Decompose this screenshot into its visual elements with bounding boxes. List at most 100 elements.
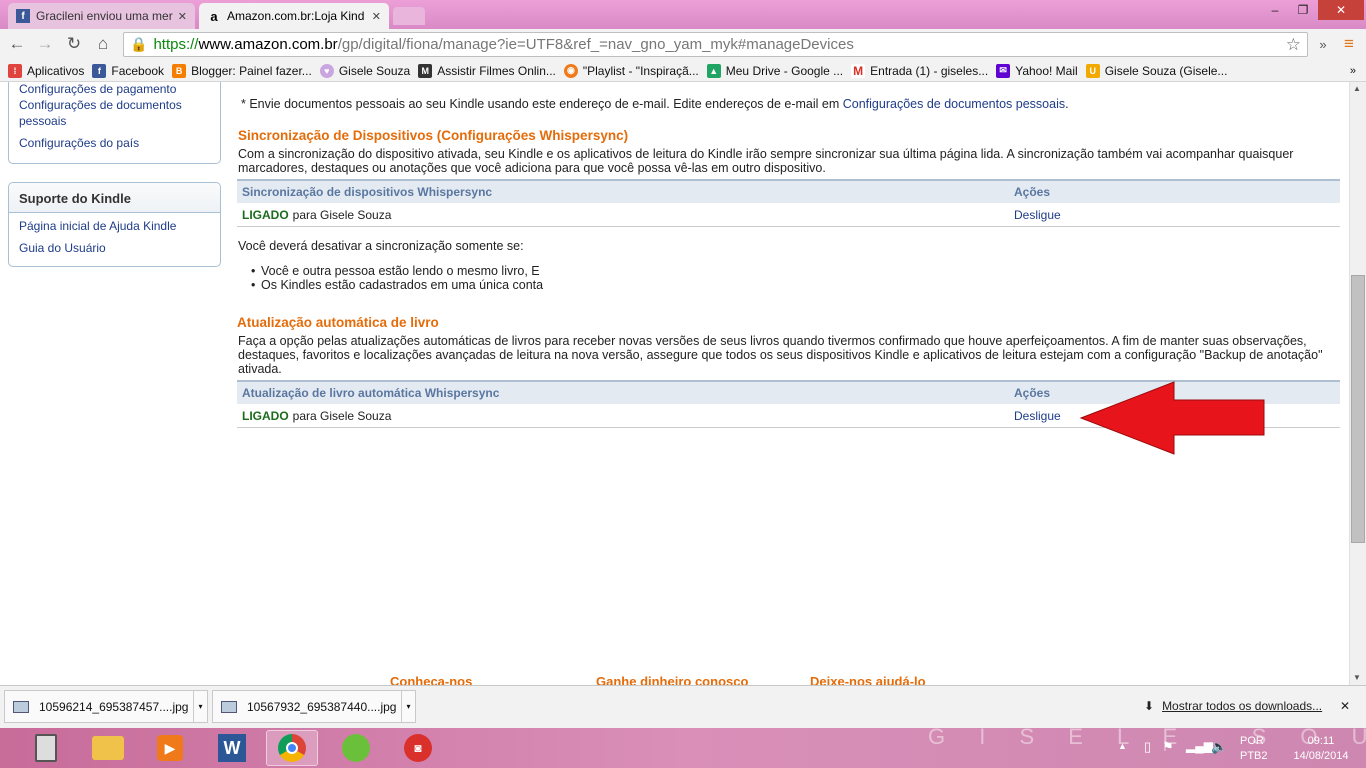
download-item[interactable]: 10567932_695387440....jpg ▾ <box>212 690 416 723</box>
clock[interactable]: 09:11 14/08/2014 <box>1280 734 1362 764</box>
scroll-down-icon[interactable]: ▼ <box>1353 673 1361 682</box>
download-item[interactable]: 10596214_695387457....jpg ▾ <box>4 690 208 723</box>
close-downloads-button[interactable]: ✕ <box>1340 699 1350 713</box>
yahoo-mail-icon: ✉ <box>996 63 1011 78</box>
bookmarks-bar: ⁞ Aplicativos f Facebook B Blogger: Painel … <box>0 60 1366 82</box>
reload-icon[interactable]: ↻ <box>63 33 85 55</box>
tray-expand-icon[interactable]: ▲ <box>1118 741 1127 751</box>
footer-link[interactable]: Conheça-nos <box>390 674 472 685</box>
scroll-up-icon[interactable]: ▲ <box>1353 84 1361 93</box>
bookmark-item[interactable]: M Assistir Filmes Onlin... <box>418 63 556 78</box>
auto-update-disable-link[interactable]: Desligue <box>1014 409 1061 423</box>
tab-close-icon[interactable]: ✕ <box>372 10 381 23</box>
chevron-down-icon[interactable]: ▾ <box>401 691 415 722</box>
extensions-overflow-icon[interactable]: » <box>1312 33 1334 55</box>
url-path: /gp/digital/fiona/manage?ie=UTF8&ref_=na… <box>337 36 854 53</box>
kindle-help-link[interactable]: Página inicial de Ajuda Kindle <box>9 218 220 234</box>
auto-update-description: Faça a opção pelas atualizações automáti… <box>238 334 1323 376</box>
close-window-button[interactable]: ✕ <box>1318 0 1364 20</box>
bookmark-item[interactable]: B Blogger: Painel fazer... <box>172 63 312 78</box>
sync-disable-hint: Você deverá desativar a sincronização so… <box>238 239 524 253</box>
pen-tool-icon[interactable] <box>330 730 382 766</box>
bookmark-item[interactable]: ◉ "Playlist - "Inspiraçã... <box>563 63 699 78</box>
bookmark-item[interactable]: U Gisele Souza (Gisele... <box>1085 63 1227 78</box>
owner-label: para Gisele Souza <box>292 408 392 423</box>
url-host: www.amazon.com.br <box>198 36 338 53</box>
footer-link[interactable]: Ganhe dinheiro conosco <box>596 674 748 685</box>
word-icon[interactable]: W <box>206 730 258 766</box>
country-settings-link[interactable]: Configurações do país <box>9 135 220 151</box>
personal-docs-link[interactable]: Configurações de documentos pessoais <box>843 97 1065 111</box>
lock-icon: 🔒 <box>130 36 148 52</box>
signal-icon[interactable]: ▂▄▆ <box>1186 739 1213 753</box>
chrome-icon[interactable] <box>266 730 318 766</box>
download-filename: 10596214_695387457....jpg <box>39 699 189 714</box>
facebook-icon: f <box>92 63 107 78</box>
sync-description: Com a sincronização do dispositivo ativa… <box>238 147 1294 175</box>
blogger-icon: B <box>172 63 187 78</box>
bookmark-item[interactable]: f Facebook <box>92 63 164 78</box>
language-indicator[interactable]: POR PTB2 <box>1240 734 1268 764</box>
amazon-icon: a <box>210 8 218 24</box>
back-arrow-icon[interactable]: ← <box>6 33 28 55</box>
title-bar: f Gracileni enviou uma mer ✕ a Amazon.co… <box>0 0 1366 29</box>
show-all-downloads-link[interactable]: Mostrar todos os downloads... <box>1162 699 1322 713</box>
camera-icon[interactable]: ◙ <box>392 730 444 766</box>
footer-link[interactable]: Deixe-nos ajudá-lo <box>810 674 926 685</box>
url-scheme: https:// <box>153 36 199 53</box>
drive-icon: ▲ <box>706 63 721 78</box>
sync-disable-link[interactable]: Desligue <box>1014 208 1061 222</box>
show-all-downloads[interactable]: ⬇ Mostrar todos os downloads... <box>1144 699 1322 713</box>
address-bar[interactable]: 🔒 https:// www.amazon.com.br /gp/digital… <box>123 32 1308 57</box>
tab-amazon[interactable]: a Amazon.com.br:Loja Kind ✕ <box>199 3 389 29</box>
status-badge: LIGADO <box>242 408 289 423</box>
scrollbar-thumb[interactable] <box>1351 275 1365 543</box>
bookmark-item[interactable]: M Entrada (1) - giseles... <box>851 63 988 78</box>
keyboard-layout: PTB2 <box>1240 750 1268 762</box>
download-filename: 10567932_695387440....jpg <box>247 699 397 714</box>
sync-conditions-list: Você e outra pessoa estão lendo o mesmo … <box>237 264 543 292</box>
bookmarks-overflow-icon[interactable]: » <box>1350 65 1356 77</box>
owner-label: para Gisele Souza <box>292 207 392 222</box>
bookmark-item[interactable]: ▲ Meu Drive - Google ... <box>706 63 843 78</box>
new-tab-button[interactable] <box>393 7 425 25</box>
language-code: POR <box>1240 735 1264 747</box>
volume-icon[interactable]: 🔈 <box>1211 739 1227 755</box>
personal-docs-settings-link[interactable]: Configurações de documentos pessoais <box>9 97 199 129</box>
settings-links-box: Configurações de pagamento Configurações… <box>8 82 221 164</box>
device-icon[interactable]: ▯ <box>1144 739 1151 755</box>
column-header: Ações <box>1014 386 1051 400</box>
column-header: Ações <box>1014 185 1051 199</box>
table-header: Sincronização de dispositivos Whispersyn… <box>237 179 1340 203</box>
bookmark-item[interactable]: ⁞ Aplicativos <box>8 63 84 78</box>
bookmark-item[interactable]: ✉ Yahoo! Mail <box>996 63 1078 78</box>
menu-icon[interactable]: ≡ <box>1338 33 1360 55</box>
star-icon[interactable]: ☆ <box>1286 35 1301 55</box>
flag-icon[interactable]: ⚑ <box>1162 739 1174 755</box>
user-guide-link[interactable]: Guia do Usuário <box>9 240 220 256</box>
image-file-icon <box>13 700 29 713</box>
kindle-support-title: Suporte do Kindle <box>9 183 220 213</box>
bookmark-item[interactable]: ♥ Gisele Souza <box>319 63 410 78</box>
list-item: Os Kindles estão cadastrados em uma únic… <box>237 278 543 292</box>
facebook-icon: f <box>16 9 30 23</box>
heart-icon: ♥ <box>319 63 334 78</box>
vertical-scrollbar[interactable]: ▲ ▼ <box>1349 82 1366 685</box>
windows-taskbar: ▶ W ◙ G I S E L E S O U Z A ▲ ▯ ⚑ ▂▄▆ 🔈 … <box>0 724 1366 768</box>
red-arrow-annotation <box>1079 381 1265 455</box>
gmail-icon: M <box>851 63 866 78</box>
payment-settings-link[interactable]: Configurações de pagamento <box>9 82 220 97</box>
folder-icon[interactable] <box>82 730 134 766</box>
tab-close-icon[interactable]: ✕ <box>178 10 187 23</box>
download-arrow-icon: ⬇ <box>1144 699 1155 713</box>
calculator-icon[interactable] <box>20 730 72 766</box>
chevron-down-icon[interactable]: ▾ <box>193 691 207 722</box>
clock-date: 14/08/2014 <box>1293 750 1349 762</box>
sync-table: Sincronização de dispositivos Whispersyn… <box>237 179 1340 227</box>
media-player-icon[interactable]: ▶ <box>144 730 196 766</box>
tab-facebook[interactable]: f Gracileni enviou uma mer ✕ <box>8 3 195 29</box>
home-icon[interactable]: ⌂ <box>92 33 114 55</box>
maximize-button[interactable]: ❐ <box>1290 0 1316 20</box>
minimize-button[interactable]: ‒ <box>1262 0 1288 20</box>
forward-arrow-icon[interactable]: → <box>34 33 56 55</box>
